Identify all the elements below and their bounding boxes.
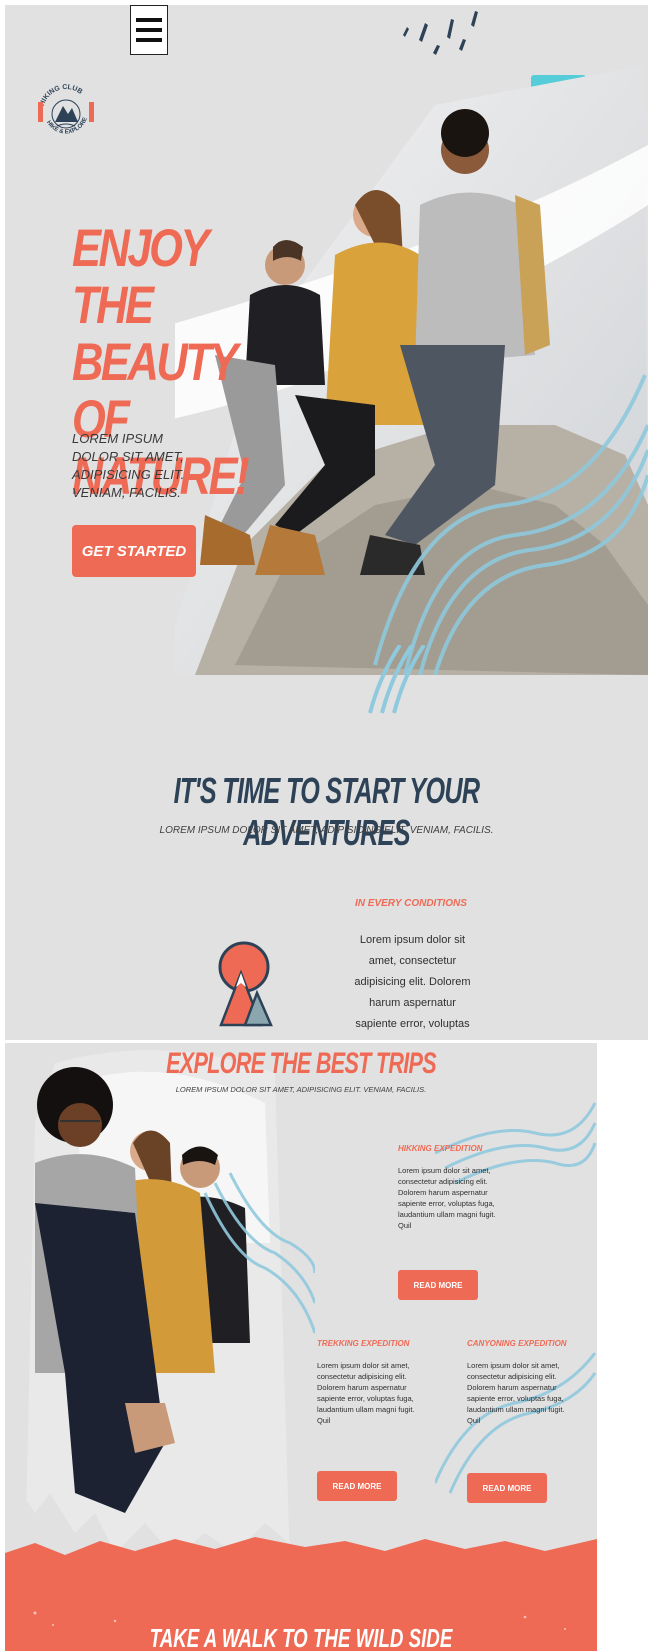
read-more-trekking-button[interactable]: READ MORE [317, 1471, 397, 1501]
trip-title-trekking: TREKKING EXPEDITION [317, 1339, 410, 1348]
hero-subtitle: LOREM IPSUM DOLOR SIT AMET, ADIPISICING … [72, 431, 185, 500]
trips-section: EXPLORE THE BEST TRIPS LOREM IPSUM DOLOR… [5, 1043, 597, 1651]
trip-text-trekking: Lorem ipsum dolor sit amet, consectetur … [317, 1361, 415, 1425]
trips-title: EXPLORE THE BEST TRIPS [166, 1047, 437, 1080]
trips-subtitle: LOREM IPSUM DOLOR SIT AMET, ADIPISICING … [175, 1085, 427, 1094]
hero-photo [175, 65, 648, 675]
adventures-title: IT'S TIME TO START YOUR ADVENTURES [173, 770, 481, 853]
get-started-button[interactable]: GET STARTED [72, 525, 196, 577]
feature-title: IN EVERY CONDITIONS [355, 898, 467, 909]
mountain-icon [218, 941, 273, 1027]
trip-text-hiking: Lorem ipsum dolor sit amet, consectetur … [398, 1166, 496, 1230]
footer-title: TAKE A WALK TO THE WILD SIDE [149, 1623, 453, 1651]
svg-text:HIKING CLUB: HIKING CLUB [39, 84, 84, 107]
trip-title-canyoning: CANYONING EXPEDITION [467, 1339, 567, 1348]
read-more-hiking-button[interactable]: READ MORE [398, 1270, 478, 1300]
feature-text: Lorem ipsum dolor sit amet, consectetur … [354, 934, 471, 1040]
hero-section: HIKING CLUB HIKE & EXPLORE ENJOY THE BEA… [5, 5, 648, 1040]
hiking-club-logo[interactable]: HIKING CLUB HIKE & EXPLORE [35, 62, 97, 162]
wave-decoration [368, 645, 426, 714]
read-more-canyoning-button[interactable]: READ MORE [467, 1473, 547, 1503]
trip-title-hiking: HIKKING EXPEDITION [398, 1144, 483, 1153]
hamburger-menu-icon [136, 18, 162, 22]
trip-text-canyoning: Lorem ipsum dolor sit amet, consectetur … [467, 1361, 565, 1425]
brush-decoration [403, 11, 478, 55]
adventures-subtitle: LOREM IPSUM DOLOR SIT AMET, ADIPISICING … [159, 825, 494, 836]
trips-photo [15, 1050, 315, 1563]
menu-button[interactable] [130, 5, 168, 55]
